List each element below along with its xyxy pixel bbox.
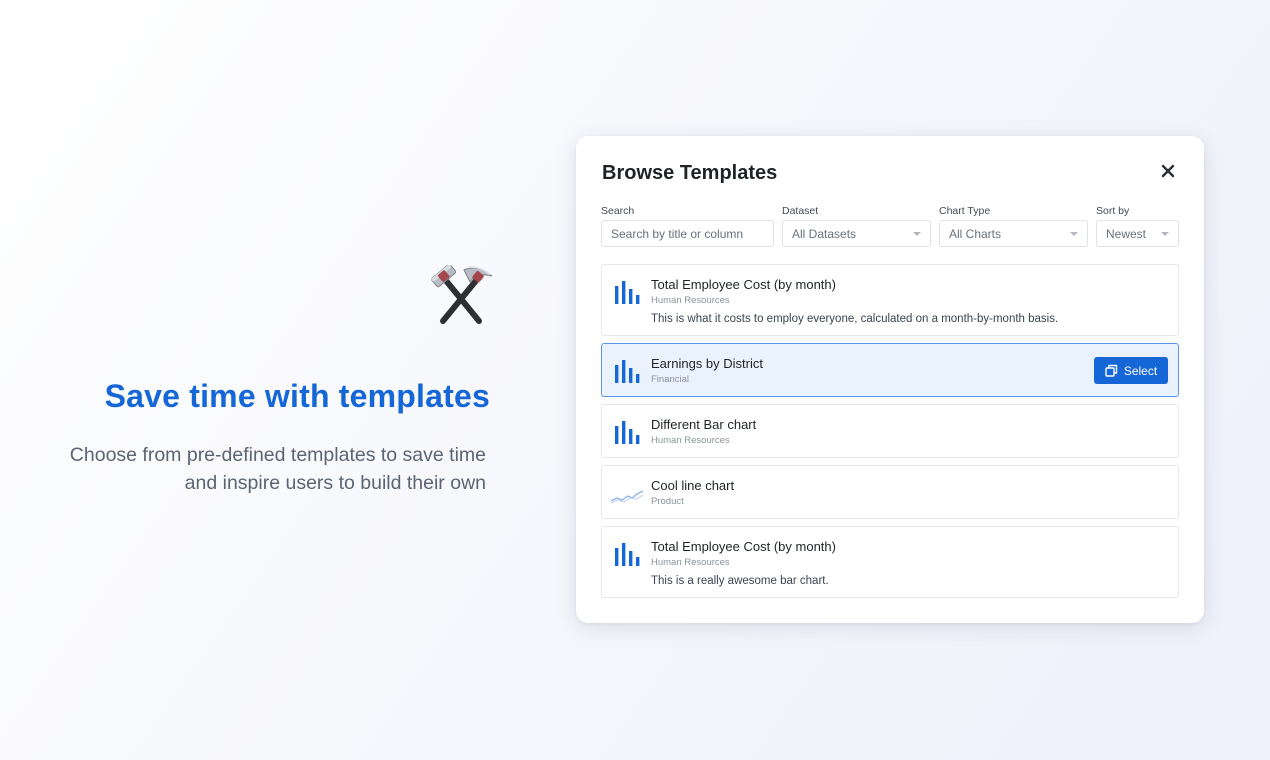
dataset-filter: Dataset All Datasets [782,205,931,247]
template-title: Earnings by District [651,356,763,371]
template-card[interactable]: Cool line chart Product [601,465,1179,519]
template-card-selected[interactable]: Earnings by District Financial Select [601,343,1179,397]
close-icon [1161,164,1175,178]
select-button-label: Select [1123,363,1158,378]
dataset-select-value: All Datasets [792,226,857,241]
template-title: Cool line chart [651,478,735,493]
template-description: This is what it costs to employ everyone… [651,313,1059,325]
close-button[interactable] [1157,160,1179,182]
template-card[interactable]: Total Employee Cost (by month) Human Res… [601,526,1179,598]
sort-by-filter: Sort by Newest [1096,205,1179,247]
chevron-down-icon [1070,231,1078,236]
hammer-and-pick-icon [431,265,492,324]
select-button[interactable]: Select [1094,357,1168,384]
sort-by-label: Sort by [1096,205,1130,217]
chevron-down-icon [1161,231,1169,236]
sort-by-select[interactable]: Newest [1096,220,1179,247]
template-dataset: Financial [651,374,690,385]
copy-icon [1105,364,1118,377]
bar-chart-icon [615,421,640,444]
template-title: Different Bar chart [651,417,757,432]
template-title: Total Employee Cost (by month) [651,539,836,554]
bar-chart-icon [615,281,640,304]
chart-type-select[interactable]: All Charts [939,220,1088,247]
template-dataset: Human Resources [651,435,730,446]
chart-type-select-value: All Charts [949,226,1002,241]
browse-templates-modal: Browse Templates Search Dataset All Data… [576,136,1204,623]
template-dataset: Product [651,496,684,507]
template-dataset: Human Resources [651,295,730,306]
template-description: This is a really awesome bar chart. [651,575,829,587]
dataset-select[interactable]: All Datasets [782,220,931,247]
bar-chart-icon [615,360,640,383]
template-card[interactable]: Total Employee Cost (by month) Human Res… [601,264,1179,336]
line-chart-icon [610,490,644,504]
modal-title: Browse Templates [602,162,778,184]
promo-title: Save time with templates [104,378,490,414]
sort-by-select-value: Newest [1106,226,1147,241]
chevron-down-icon [913,231,921,236]
chart-type-label: Chart Type [939,205,991,217]
promo-subtitle: Choose from pre-defined templates to sav… [69,444,486,494]
chart-type-filter: Chart Type All Charts [939,205,1088,247]
search-input[interactable] [601,220,774,247]
template-card[interactable]: Different Bar chart Human Resources [601,404,1179,458]
search-filter: Search [601,205,774,247]
promo-section: Save time with templates Choose from pre… [0,0,492,760]
bar-chart-icon [615,543,640,566]
template-dataset: Human Resources [651,557,730,568]
dataset-label: Dataset [782,205,819,217]
template-title: Total Employee Cost (by month) [651,277,836,292]
search-label: Search [601,205,635,217]
